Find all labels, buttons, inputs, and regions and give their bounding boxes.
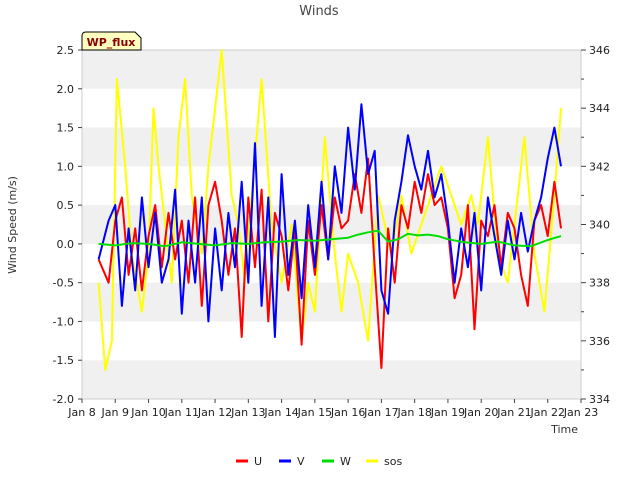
station-badge: WP_flux (81, 31, 142, 51)
x-tick-label: Jan 22 (530, 406, 565, 419)
chart-svg: Winds -2.0 -1.5 -1.0 -0.5 0.0 0.5 1.0 1.5 2.0 2.5… (6, 4, 610, 468)
y-tick-label: 2.5 (57, 44, 75, 57)
y2-tick-label: 336 (589, 335, 610, 348)
grid-band (82, 50, 581, 89)
x-tick-label: Jan 12 (197, 406, 232, 419)
badge-label: WP_flux (87, 36, 136, 49)
y-tick-label: -0.5 (53, 277, 74, 290)
grid-band (82, 282, 581, 322)
x-tick-label: Jan 18 (396, 406, 431, 419)
legend: U V Wsos (236, 455, 402, 468)
y2-axis: 334 336 338 340 342 344 346 (581, 44, 610, 406)
y-tick-label: 0.5 (57, 199, 75, 212)
grid-band (82, 360, 581, 399)
y-tick-label: 2.0 (57, 83, 75, 96)
legend-label-sos: sos (384, 455, 402, 468)
legend-label-u: U (254, 455, 262, 468)
x-tick-label: Jan 20 (463, 406, 498, 419)
y-tick-label: 1.0 (57, 160, 75, 173)
y2-tick-label: 338 (589, 277, 610, 290)
x-tick-label: Jan 19 (430, 406, 465, 419)
x-tick-label: Jan 15 (297, 406, 332, 419)
y-tick-label: -1.0 (53, 315, 74, 328)
x-tick-label: Jan 10 (130, 406, 165, 419)
x-tick-label: Jan 14 (263, 406, 298, 419)
legend-label-w: W (340, 455, 351, 468)
y2-tick-label: 346 (589, 44, 610, 57)
x-tick-label: Jan 8 (67, 406, 95, 419)
y2-tick-label: 340 (589, 219, 610, 232)
y-tick-label: -2.0 (53, 393, 74, 406)
y2-tick-label: 344 (589, 102, 610, 115)
y-tick-label: 1.5 (57, 122, 75, 135)
x-tick-label: Jan 23 (563, 406, 598, 419)
y-tick-label: -1.5 (53, 354, 74, 367)
x-tick-label: Jan 16 (330, 406, 365, 419)
x-tick-label: Jan 11 (164, 406, 199, 419)
chart-title: Winds (299, 4, 339, 19)
y-tick-label: 0.0 (57, 238, 75, 251)
x-tick-label: Jan 13 (230, 406, 265, 419)
y-axis: -2.0 -1.5 -1.0 -0.5 0.0 0.5 1.0 1.5 2.0 2.5 (53, 44, 82, 406)
x-tick-label: Jan 17 (363, 406, 398, 419)
x-axis-title: Time (550, 423, 578, 436)
x-tick-label: Jan 9 (101, 406, 129, 419)
x-axis: Jan 8 Jan 9 Jan 10Jan 11Jan 12Jan 13Jan 14… (67, 399, 598, 419)
y2-tick-label: 334 (589, 393, 610, 406)
y2-tick-label: 342 (589, 160, 610, 173)
legend-label-v: V (297, 455, 305, 468)
y-axis-title: Wind Speed (m/s) (6, 176, 19, 274)
x-tick-label: Jan 21 (496, 406, 531, 419)
